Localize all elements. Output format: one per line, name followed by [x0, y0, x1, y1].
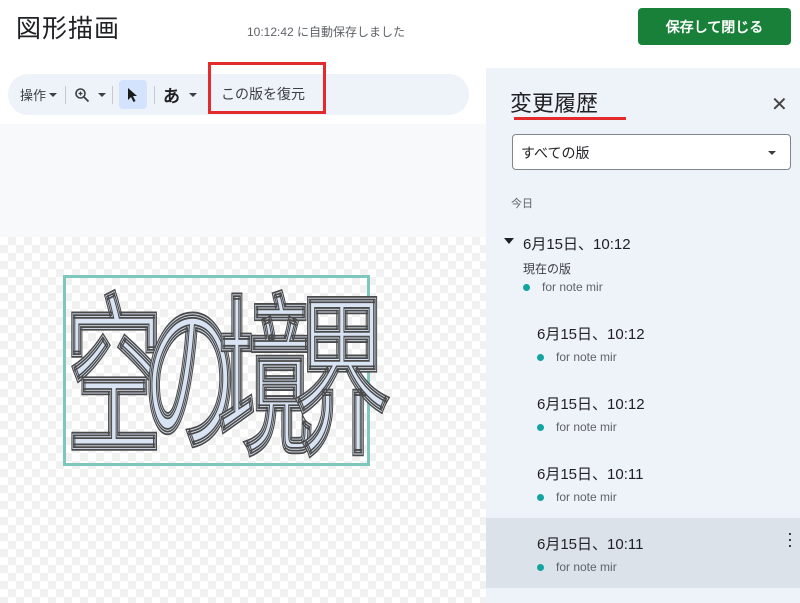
- expand-caret-icon[interactable]: [504, 238, 514, 244]
- toolbar-divider: [154, 86, 155, 104]
- chevron-down-icon: [49, 92, 58, 97]
- version-user-name: for note mir: [556, 490, 617, 504]
- drawing-title: 図形描画: [16, 15, 121, 43]
- annotation-highlight-box: [208, 62, 326, 114]
- version-user-name: for note mir: [542, 280, 603, 294]
- actions-menu[interactable]: 操作: [20, 74, 58, 115]
- version-user-name: for note mir: [556, 350, 617, 364]
- version-user-name: for note mir: [556, 560, 617, 574]
- word-art-frame[interactable]: 空 の 境 界: [63, 275, 391, 482]
- zoom-menu[interactable]: [74, 74, 106, 115]
- cursor-icon: [128, 87, 137, 102]
- select-tool-button[interactable]: [119, 80, 147, 109]
- word-art-char: 空: [66, 278, 163, 481]
- section-label-today: 今日: [511, 198, 533, 210]
- version-user: for note mir: [537, 420, 617, 434]
- version-history-panel: 変更履歴 ✕ すべての版 今日 6月15日、10:12 現在の版 for not…: [486, 68, 800, 603]
- autosave-status: 10:12:42 に自動保存しました: [247, 25, 406, 39]
- word-art-text: 空 の 境 界: [66, 198, 391, 531]
- save-and-close-button[interactable]: 保存して閉じる: [638, 8, 791, 45]
- chevron-down-icon: [189, 92, 197, 97]
- toolbar-divider: [65, 86, 66, 104]
- version-user: for note mir: [537, 490, 617, 504]
- text-tool-label: あ: [163, 87, 180, 106]
- more-options-icon[interactable]: · · ·: [787, 524, 793, 554]
- word-art-char: 境: [218, 278, 315, 481]
- version-time[interactable]: 6月15日、10:11: [537, 533, 643, 554]
- version-time[interactable]: 6月15日、10:12: [537, 323, 645, 344]
- version-user: for note mir: [537, 560, 617, 574]
- version-time[interactable]: 6月15日、10:12: [537, 393, 645, 414]
- user-dot-icon: [537, 493, 544, 501]
- word-art-char: の: [142, 278, 239, 481]
- user-dot-icon: [537, 563, 544, 571]
- zoom-icon: [75, 87, 90, 102]
- version-user-name: for note mir: [556, 420, 617, 434]
- version-filter-label: すべての版: [521, 145, 590, 161]
- current-version-label: 現在の版: [523, 262, 572, 276]
- actions-menu-label: 操作: [20, 88, 47, 103]
- panel-title: 変更履歴: [510, 91, 599, 116]
- text-tool-menu[interactable]: あ: [163, 74, 197, 115]
- user-dot-icon: [537, 353, 544, 361]
- version-time[interactable]: 6月15日、10:12: [523, 233, 631, 254]
- chevron-down-icon: [98, 92, 106, 97]
- toolbar-divider: [112, 86, 113, 104]
- version-time[interactable]: 6月15日、10:11: [537, 463, 643, 484]
- user-dot-icon: [537, 423, 544, 431]
- word-art-char: 界: [294, 278, 391, 481]
- close-icon[interactable]: ✕: [771, 92, 788, 117]
- version-user: for note mir: [523, 280, 603, 294]
- annotation-underline: [514, 117, 626, 120]
- chevron-down-icon: [768, 151, 776, 155]
- version-user: for note mir: [537, 350, 617, 364]
- version-filter-select[interactable]: すべての版: [512, 134, 791, 170]
- user-dot-icon: [523, 283, 530, 291]
